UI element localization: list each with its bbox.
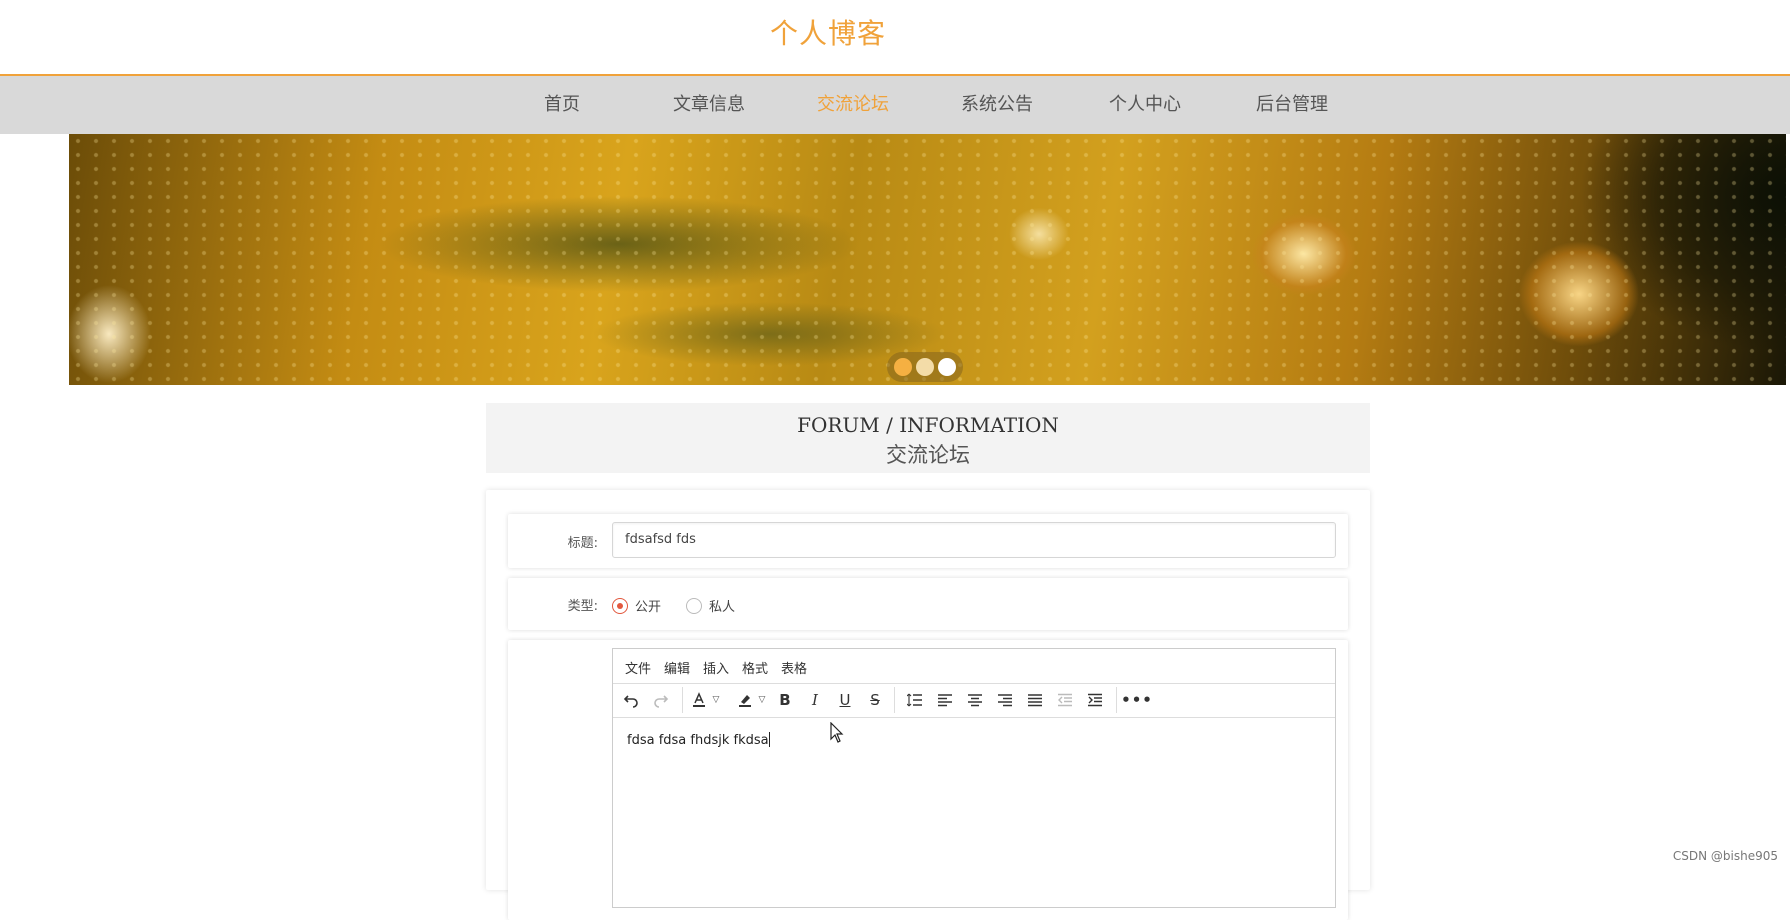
main-nav: 首页 文章信息 交流论坛 系统公告 个人中心 后台管理 [0,76,1790,134]
type-label: 类型: [567,599,598,614]
section-heading: FORUM / INFORMATION 交流论坛 [486,403,1370,473]
radio-private-label: 私人 [709,600,736,615]
underline-icon[interactable]: U [834,689,856,711]
text-cursor [768,732,770,747]
title-label: 标题: [567,536,598,551]
section-title-en: FORUM / INFORMATION [797,413,1059,437]
rich-text-editor: 文件 编辑 插入 格式 表格 ▽ ▽ B I U S ••• fdsa fdsa… [612,648,1336,908]
site-title[interactable]: 个人博客 [770,12,886,52]
toolbar-separator [682,687,683,713]
editor-content[interactable]: fdsa fdsa fhdsjk fkdsa [613,718,1335,908]
nav-item-articles[interactable]: 文章信息 [665,76,753,134]
radio-public[interactable]: 公开 [612,596,661,615]
more-icon[interactable]: ••• [1121,689,1152,711]
align-left-icon[interactable] [934,689,956,711]
content-row: 文件 编辑 插入 格式 表格 ▽ ▽ B I U S ••• fdsa fdsa… [508,640,1348,920]
editor-menubar: 文件 编辑 插入 格式 表格 [613,649,1335,684]
site-header: 个人博客 [0,0,1790,76]
indent-icon[interactable] [1084,689,1106,711]
banner-image [69,134,1786,385]
nav-item-profile[interactable]: 个人中心 [1101,76,1189,134]
carousel-dot-2[interactable] [916,358,934,376]
banner-carousel[interactable] [69,134,1786,385]
strikethrough-icon[interactable]: S [864,689,886,711]
align-center-icon[interactable] [964,689,986,711]
radio-public-circle[interactable] [612,597,628,614]
nav-item-announcements[interactable]: 系统公告 [953,76,1041,134]
nav-item-admin[interactable]: 后台管理 [1248,76,1336,134]
text-color-icon[interactable] [688,689,710,711]
menu-file[interactable]: 文件 [625,658,651,677]
carousel-dot-3[interactable] [938,358,956,376]
italic-icon[interactable]: I [804,689,826,711]
toolbar-separator [894,687,895,713]
watermark: CSDN @bishe905 [1672,849,1778,863]
mouse-pointer-icon [830,722,844,743]
type-row: 类型: 公开 私人 [508,578,1348,630]
menu-format[interactable]: 格式 [742,658,768,677]
radio-public-label: 公开 [635,600,662,615]
menu-table[interactable]: 表格 [781,658,807,677]
editor-content-text: fdsa fdsa fhdsjk fkdsa [627,733,769,748]
align-right-icon[interactable] [994,689,1016,711]
title-input[interactable]: fdsafsd fds [612,522,1336,558]
line-height-icon[interactable] [904,689,926,711]
carousel-indicators [887,352,963,382]
editor-toolbar: ▽ ▽ B I U S ••• [613,683,1335,718]
menu-edit[interactable]: 编辑 [664,658,690,677]
carousel-dot-1[interactable] [894,358,912,376]
outdent-icon[interactable] [1054,689,1076,711]
nav-item-forum[interactable]: 交流论坛 [809,76,897,134]
title-row: 标题: fdsafsd fds [508,514,1348,568]
redo-icon[interactable] [650,689,672,711]
highlight-color-icon[interactable] [734,689,756,711]
toolbar-separator [1116,687,1117,713]
radio-private-circle[interactable] [686,597,702,614]
radio-private[interactable]: 私人 [686,596,735,615]
align-justify-icon[interactable] [1024,689,1046,711]
bold-icon[interactable]: B [774,689,796,711]
menu-insert[interactable]: 插入 [703,658,729,677]
undo-icon[interactable] [620,689,642,711]
chevron-down-icon[interactable]: ▽ [710,689,722,711]
section-title-cn: 交流论坛 [886,443,970,467]
post-form: 标题: fdsafsd fds 类型: 公开 私人 文件 编辑 插入 格式 表格 [486,490,1370,920]
chevron-down-icon[interactable]: ▽ [756,689,768,711]
nav-item-home[interactable]: 首页 [522,76,602,134]
